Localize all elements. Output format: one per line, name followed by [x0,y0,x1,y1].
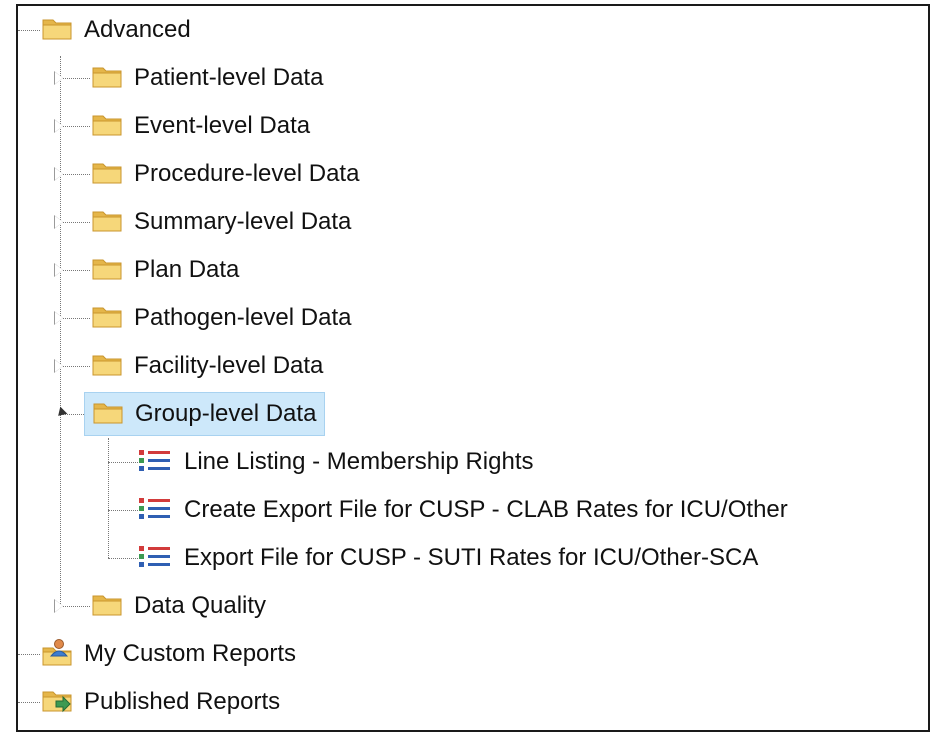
expand-toggle[interactable] [54,70,68,86]
tree-node-plan-data[interactable]: Plan Data [92,250,239,290]
tree-node-published-reports[interactable]: Published Reports [42,682,280,722]
report-list-icon [138,544,172,573]
tree-node-facility-level-data[interactable]: Facility-level Data [92,346,323,386]
tree-node-event-level-data[interactable]: Event-level Data [92,106,310,146]
expand-toggle[interactable] [54,118,68,134]
tree-connector [60,56,61,608]
tree-node-label: Patient-level Data [134,64,324,91]
tree-node-label: Group-level Data [135,400,317,427]
published-folder-icon [42,686,72,719]
report-label: Create Export File for CUSP - CLAB Rates… [184,496,788,523]
expand-toggle[interactable] [54,166,68,182]
tree-node-my-custom-reports[interactable]: My Custom Reports [42,634,296,674]
report-list-icon [138,496,172,525]
folder-icon [92,112,122,141]
tree-node-data-quality[interactable]: Data Quality [92,586,266,626]
tree-node-label: Plan Data [134,256,240,283]
tree-node-label: Published Reports [84,688,281,715]
tree-node-label: Summary-level Data [134,208,352,235]
folder-icon [92,304,122,333]
tree-node-procedure-level-data[interactable]: Procedure-level Data [92,154,359,194]
report-tree-panel: Advanced Patient-level Data Event-level … [16,4,930,732]
tree-connector [108,438,109,558]
tree-node-label: Pathogen-level Data [134,304,352,331]
tree-connector [18,30,40,31]
expand-toggle[interactable] [54,214,68,230]
tree-connector [108,558,138,559]
folder-icon [92,352,122,381]
tree-connector [18,702,40,703]
tree-node-summary-level-data[interactable]: Summary-level Data [92,202,351,242]
expand-toggle[interactable] [54,598,68,614]
folder-icon [92,592,122,621]
folder-icon [42,16,72,45]
tree-node-advanced[interactable]: Advanced [42,10,191,50]
folder-icon [92,256,122,285]
report-list-icon [138,448,172,477]
report-create-export-file-clab[interactable]: Create Export File for CUSP - CLAB Rates… [138,490,788,530]
tree-node-patient-level-data[interactable]: Patient-level Data [92,58,323,98]
expand-toggle[interactable] [54,358,68,374]
report-label: Line Listing - Membership Rights [184,448,534,475]
tree-node-label: Procedure-level Data [134,160,360,187]
tree-node-label: Event-level Data [134,112,311,139]
folder-icon [92,64,122,93]
tree-node-pathogen-level-data[interactable]: Pathogen-level Data [92,298,351,338]
folder-icon [92,160,122,189]
user-folder-icon [42,638,72,671]
tree-node-label: My Custom Reports [84,640,297,667]
collapse-toggle[interactable] [54,406,68,422]
report-label: Export File for CUSP - SUTI Rates for IC… [184,544,759,571]
tree-node-label: Facility-level Data [134,352,324,379]
expand-toggle[interactable] [54,262,68,278]
tree-node-label: Data Quality [134,592,267,619]
tree-connector [18,654,40,655]
tree-connector [108,510,138,511]
report-line-listing-membership-rights[interactable]: Line Listing - Membership Rights [138,442,534,482]
expand-toggle[interactable] [54,310,68,326]
folder-icon [93,400,123,429]
tree-connector [108,462,138,463]
report-export-file-suti[interactable]: Export File for CUSP - SUTI Rates for IC… [138,538,758,578]
tree-node-group-level-data[interactable]: Group-level Data [84,392,326,436]
folder-icon [92,208,122,237]
tree-node-label: Advanced [84,16,191,43]
